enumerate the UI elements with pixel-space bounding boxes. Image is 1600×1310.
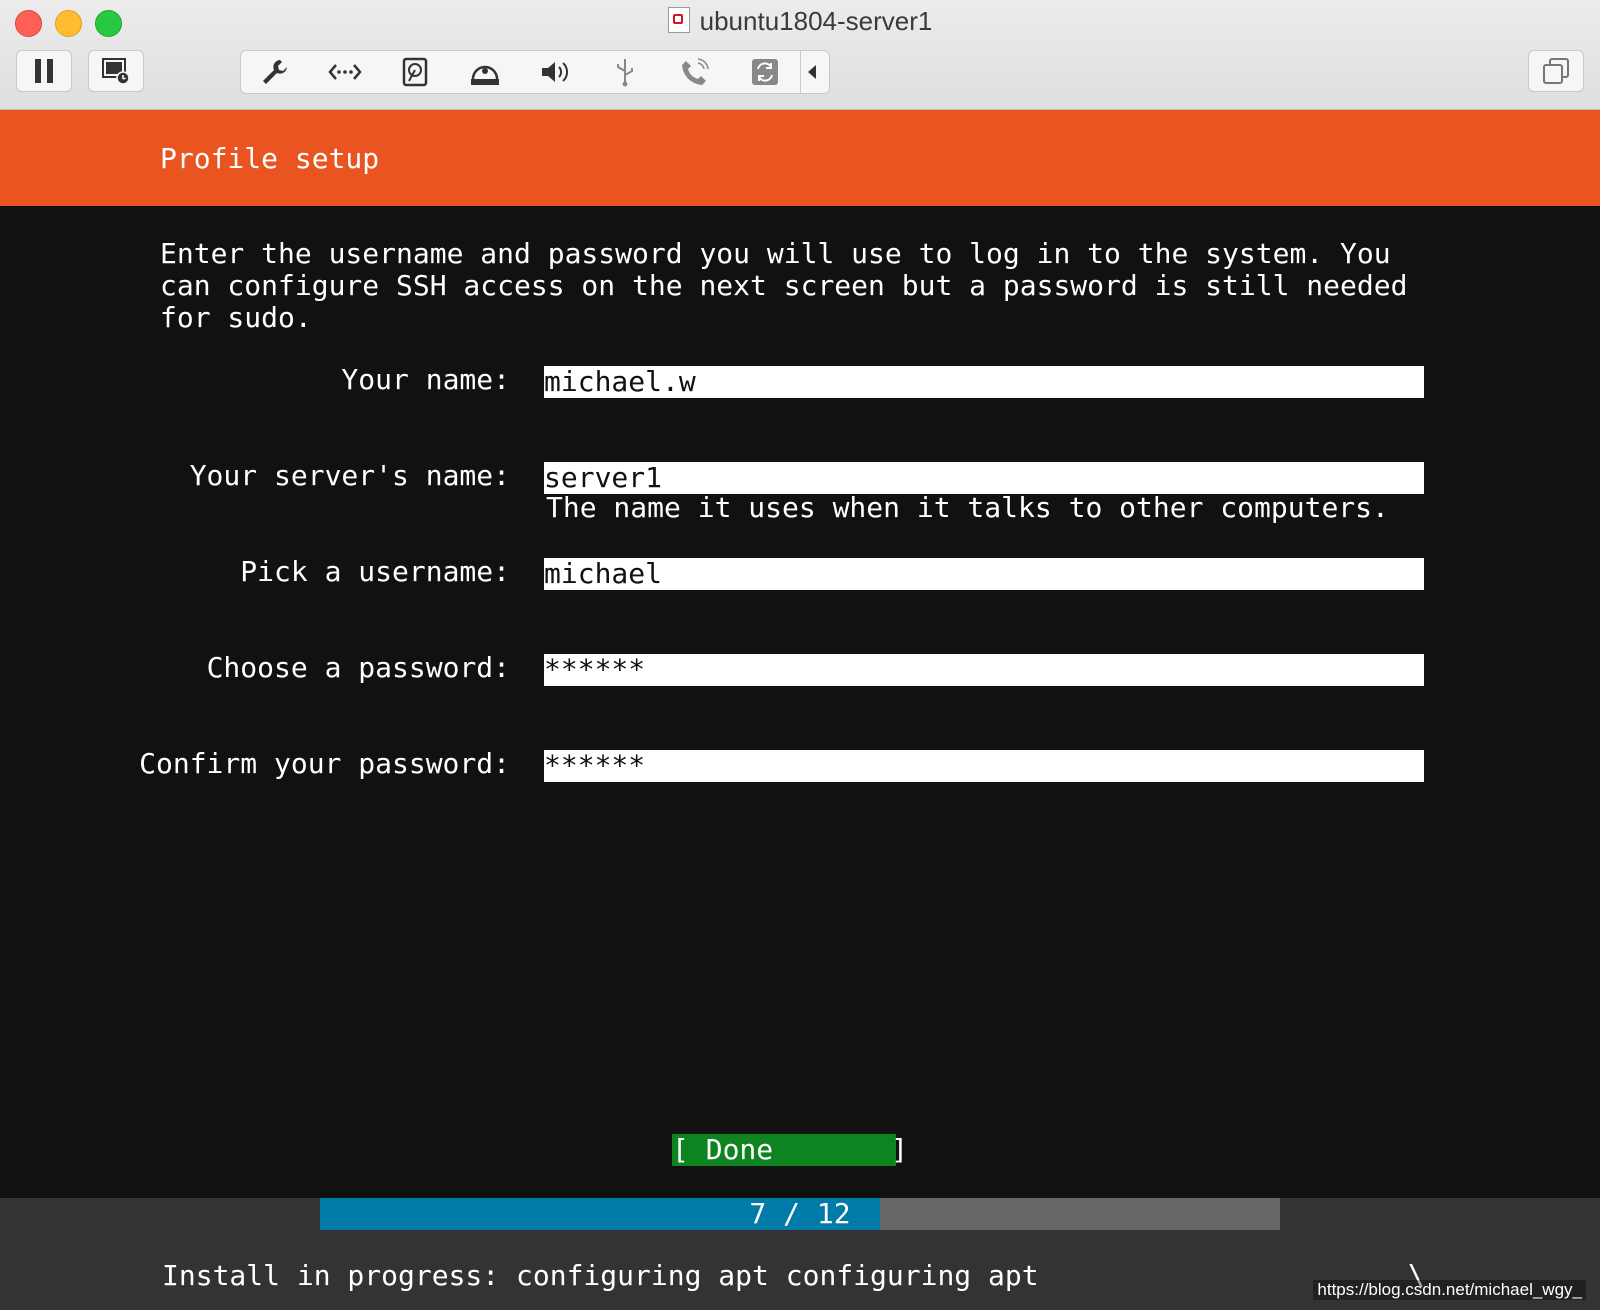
cd-dvd-icon [471,65,499,85]
network-icon [328,64,362,80]
cd-dvd-button[interactable] [465,55,505,89]
installer-content: Enter the username and password you will… [0,206,1600,1198]
window-title-bar: ubuntu1804-server1 [0,6,1600,37]
installer-footer: 7 / 12 Install in progress: configuring … [0,1198,1600,1310]
window-chrome: ubuntu1804-server1 [0,0,1600,110]
watermark: https://blog.csdn.net/michael_wgy_ [1313,1280,1586,1300]
progress-step: 7 / 12 [749,1197,851,1230]
install-progress-bar: 7 / 12 [320,1198,1280,1230]
connect-button[interactable] [675,55,715,89]
window-title: ubuntu1804-server1 [699,6,933,36]
page-title: Profile setup [160,142,380,175]
vm-window: ubuntu1804-server1 Profile setup Enter t… [0,0,1600,1310]
username-label: Pick a username: [240,555,510,588]
done-button[interactable]: [ Done ] [672,1134,908,1166]
collapse-icon [808,65,816,79]
intro-text: Enter the username and password you will… [160,237,1408,334]
vm-document-icon [667,7,690,33]
hard-disk-button[interactable] [395,55,435,89]
your-name-input[interactable]: michael.w [544,366,1424,398]
sound-icon [542,62,569,82]
window-mode-icon [1543,58,1569,84]
confirm-password-label: Confirm your password: [139,747,510,780]
shared-folder-icon [752,59,778,85]
window-mode-button[interactable] [1528,50,1584,92]
sound-button[interactable] [535,55,575,89]
installer-header: Profile setup [0,110,1600,206]
password-input[interactable]: ****** [544,654,1424,686]
snapshot-button[interactable] [88,50,144,92]
connect-icon [682,58,709,85]
shared-folder-button[interactable] [745,55,785,89]
your-name-label: Your name: [341,363,510,396]
wrench-icon [263,60,287,84]
collapse-toolbar-button[interactable] [797,55,827,89]
usb-icon [617,59,633,87]
snapshot-icon [102,58,130,85]
settings-button[interactable] [255,55,295,89]
password-label: Choose a password: [206,651,510,684]
confirm-password-input[interactable]: ****** [544,750,1424,782]
pause-icon [35,59,53,83]
server-name-label: Your server's name: [189,459,510,492]
pause-button[interactable] [16,50,72,92]
server-name-hint: The name it uses when it talks to other … [546,491,1389,524]
network-button[interactable] [325,55,365,89]
server-name-input[interactable]: server1 [544,462,1424,494]
usb-button[interactable] [605,55,645,89]
install-status-text: Install in progress: configuring apt con… [162,1259,1039,1292]
hard-disk-icon [402,57,428,87]
device-toolbar [240,50,830,94]
username-input[interactable]: michael [544,558,1424,590]
